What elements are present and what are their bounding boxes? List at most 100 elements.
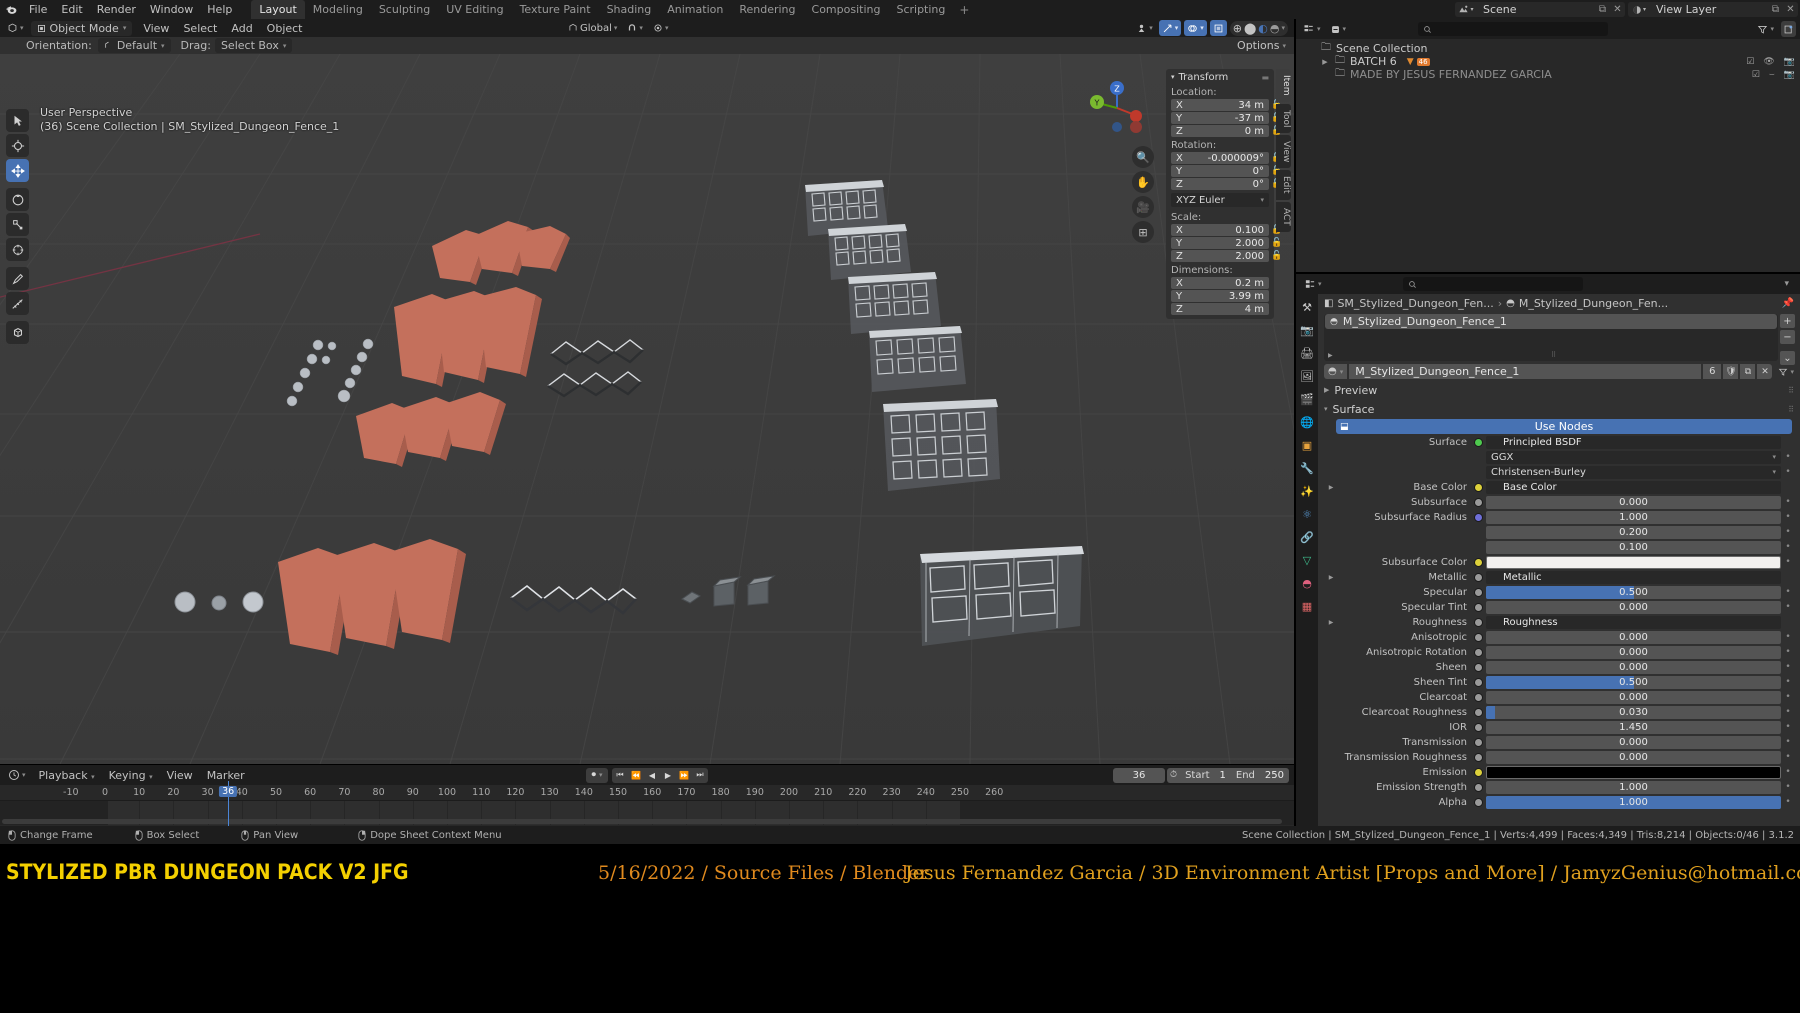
- editor-type-icon[interactable]: ▾: [4, 20, 27, 36]
- workspace-tab-modeling[interactable]: Modeling: [305, 0, 371, 19]
- transform-orientation-selector[interactable]: Global ▾: [565, 20, 620, 36]
- blender-logo-icon[interactable]: [0, 0, 22, 19]
- property-slider-value-6[interactable]: 0.200: [1486, 525, 1781, 539]
- timeline-menu-keying[interactable]: Keying ▾: [102, 766, 160, 785]
- next-keyframe-icon[interactable]: ⏩: [676, 768, 692, 783]
- timeline-track-area[interactable]: [0, 801, 1294, 825]
- view-layer-tab[interactable]: 🖼: [1299, 368, 1315, 384]
- expand-arrow-icon[interactable]: ▶: [1326, 484, 1336, 491]
- animate-dot-icon[interactable]: •: [1784, 752, 1792, 762]
- viewport-menu-select[interactable]: Select: [176, 19, 224, 38]
- property-slider-transmission[interactable]: 0.000: [1486, 735, 1781, 749]
- property-slider-subsurface[interactable]: 0.000: [1486, 495, 1781, 509]
- property-slider-sheen[interactable]: 0.000: [1486, 660, 1781, 674]
- outliner-display-mode-icon[interactable]: ▾: [1300, 21, 1324, 37]
- navigation-gizmo[interactable]: Z Y: [1088, 79, 1146, 137]
- animate-dot-icon[interactable]: •: [1784, 452, 1792, 462]
- world-tab[interactable]: 🌐: [1299, 414, 1315, 430]
- property-slider-sheen-tint[interactable]: 0.500: [1486, 675, 1781, 689]
- animate-dot-icon[interactable]: •: [1784, 722, 1792, 732]
- property-node-roughness[interactable]: Roughness: [1486, 615, 1781, 629]
- jump-start-icon[interactable]: ⏮: [612, 768, 628, 783]
- visibility-icon[interactable]: ▾: [1133, 20, 1156, 36]
- remove-material-slot-button[interactable]: −: [1780, 330, 1795, 344]
- move-tool[interactable]: [6, 159, 29, 182]
- browse-material-button[interactable]: ◓ ▾: [1324, 364, 1348, 379]
- magnet-icon[interactable]: ▾: [624, 20, 646, 36]
- frame-range-field[interactable]: ⏱ Start 1 End 250: [1167, 767, 1289, 783]
- animate-dot-icon[interactable]: •: [1784, 542, 1792, 552]
- overlays-icon[interactable]: ▾: [1184, 20, 1207, 36]
- property-slider-subsurface-radius[interactable]: 1.000: [1486, 510, 1781, 524]
- property-dropdown-value-2[interactable]: Christensen-Burley ▾: [1486, 465, 1781, 479]
- breadcrumb-material[interactable]: M_Stylized_Dungeon_Fen...: [1519, 297, 1668, 310]
- new-material-icon[interactable]: ⧉: [1740, 364, 1756, 379]
- pin-icon[interactable]: 📌: [1782, 298, 1794, 309]
- timeline-scrollbar[interactable]: [2, 819, 1282, 824]
- location-z-field[interactable]: Z0 m🔓: [1171, 125, 1283, 137]
- property-slider-ior[interactable]: 1.450: [1486, 720, 1781, 734]
- camera-icon[interactable]: 📷: [1784, 57, 1795, 67]
- side-tab-act[interactable]: ACT: [1276, 201, 1291, 232]
- property-slider-value-7[interactable]: 0.100: [1486, 540, 1781, 554]
- material-users-count[interactable]: 6: [1703, 364, 1722, 379]
- material-tab[interactable]: ◓: [1299, 575, 1315, 591]
- workspace-tab-animation[interactable]: Animation: [659, 0, 731, 19]
- camera-icon[interactable]: 🎥: [1132, 196, 1154, 218]
- measure-tool[interactable]: [6, 292, 29, 315]
- scale-z-field[interactable]: Z 2.000 🔓: [1171, 250, 1283, 262]
- view-layer-name[interactable]: View Layer: [1650, 2, 1768, 17]
- property-slider-emission-strength[interactable]: 1.000: [1486, 780, 1781, 794]
- property-slider-clearcoat[interactable]: 0.000: [1486, 690, 1781, 704]
- output-tab[interactable]: 🖨: [1299, 345, 1315, 361]
- material-filter-icon[interactable]: ▾: [1778, 367, 1794, 377]
- animate-dot-icon[interactable]: •: [1784, 632, 1792, 642]
- ortho-persp-icon[interactable]: ⊞: [1132, 221, 1154, 243]
- menu-edit[interactable]: Edit: [54, 0, 89, 19]
- menu-file[interactable]: File: [22, 0, 54, 19]
- drag-selector[interactable]: Select Box ▾: [214, 38, 293, 53]
- gizmo-icon[interactable]: ▾: [1158, 20, 1182, 36]
- timeline-menu-playback[interactable]: Playback ▾: [32, 766, 102, 785]
- side-tab-tool[interactable]: Tool: [1276, 103, 1291, 133]
- properties-editor[interactable]: ▾ ▾ ⚒ 📷 🖨 🖼 🎬 🌐 ▣ 🔧 ✨ ⚛ 🔗 ▽ ◓ ▦ ◧ SM_Stylized_Dungeon…: [1296, 274, 1800, 826]
- workspace-tab-scripting[interactable]: Scripting: [888, 0, 953, 19]
- property-slider-alpha[interactable]: 1.000: [1486, 795, 1781, 809]
- use-nodes-button[interactable]: ⬓ Use Nodes: [1336, 419, 1792, 434]
- animate-dot-icon[interactable]: •: [1784, 692, 1792, 702]
- add-cube-tool[interactable]: [6, 321, 29, 344]
- animate-dot-icon[interactable]: •: [1784, 512, 1792, 522]
- shield-icon[interactable]: 🛡: [1723, 364, 1739, 379]
- transform-panel-header[interactable]: ▾ Transform ▬: [1166, 69, 1274, 85]
- animate-dot-icon[interactable]: •: [1784, 782, 1792, 792]
- rotation-mode-selector[interactable]: XYZ Euler ▾: [1171, 193, 1269, 207]
- property-color-subsurface-color[interactable]: [1486, 555, 1781, 569]
- material-slot-specials-button[interactable]: ⌄: [1780, 351, 1795, 365]
- preview-panel-header[interactable]: ▶ Preview ⠿: [1324, 382, 1794, 398]
- workspace-tab-layout[interactable]: Layout: [251, 0, 305, 19]
- menu-help[interactable]: Help: [200, 0, 239, 19]
- shading-modes[interactable]: ⊕ ⬤ ◐ ◓ ▾: [1229, 20, 1288, 36]
- playhead-frame-label[interactable]: 36: [219, 786, 238, 797]
- viewport-menu-add[interactable]: Add: [224, 19, 259, 38]
- scale-y-field[interactable]: Y 2.000 🔓: [1171, 237, 1283, 249]
- outliner-settings-icon[interactable]: [1781, 21, 1796, 37]
- workspace-tab-texture-paint[interactable]: Texture Paint: [512, 0, 599, 19]
- side-tab-view[interactable]: View: [1276, 134, 1291, 169]
- current-frame-field[interactable]: 36: [1113, 767, 1166, 783]
- scale-x-field[interactable]: X0.100🔓: [1171, 224, 1283, 236]
- modifiers-tab[interactable]: 🔧: [1299, 460, 1315, 476]
- properties-search-input[interactable]: [1402, 277, 1583, 291]
- property-node-surface[interactable]: Principled BSDF: [1486, 435, 1781, 449]
- rotation-y-field[interactable]: Y0°🔓: [1171, 165, 1283, 177]
- scene-name[interactable]: Scene: [1477, 2, 1595, 17]
- timeline-editor[interactable]: ▾ Playback ▾ Keying ▾ View Marker ⏺ ▾ ⏮ ⏪ ◀ …: [0, 765, 1294, 826]
- close-icon[interactable]: ✕: [1610, 2, 1625, 17]
- particles-tab[interactable]: ✨: [1299, 483, 1315, 499]
- material-preview-shading-icon[interactable]: ◐: [1258, 22, 1268, 35]
- rendered-shading-icon[interactable]: ◓: [1270, 22, 1280, 35]
- animate-dot-icon[interactable]: •: [1784, 527, 1792, 537]
- unlink-icon[interactable]: ✕: [1757, 364, 1773, 379]
- eye-icon[interactable]: 👁: [1763, 57, 1774, 67]
- animate-dot-icon[interactable]: •: [1784, 677, 1792, 687]
